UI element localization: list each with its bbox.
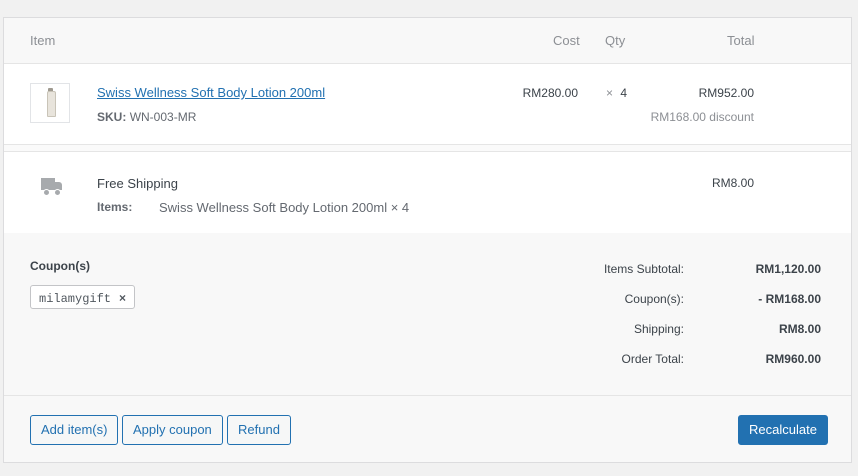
sku-value: WN-003-MR xyxy=(129,110,197,124)
qty-multiply-symbol: × xyxy=(606,86,614,100)
sku-label: SKU: xyxy=(97,110,127,124)
order-total-value: RM960.00 xyxy=(765,352,821,366)
line-item-qty: × 4 xyxy=(606,86,627,100)
order-total-label: Order Total: xyxy=(621,352,684,366)
qty-value: 4 xyxy=(620,86,628,100)
shipping-total-label: Shipping: xyxy=(633,322,684,336)
add-items-button[interactable]: Add item(s) xyxy=(30,415,119,445)
line-item-cost: RM280.00 xyxy=(522,86,578,100)
coupon-total-label: Coupon(s): xyxy=(624,292,684,306)
coupons-and-totals: Coupon(s) milamygift × Items Subtotal: RM… xyxy=(4,233,851,396)
shipping-total: RM8.00 xyxy=(711,176,754,190)
line-item-total: RM952.00 xyxy=(698,86,754,100)
items-table-header: Item Cost Qty Total xyxy=(4,18,851,63)
subtotal-label: Items Subtotal: xyxy=(603,262,684,276)
header-total: Total xyxy=(727,33,755,48)
truck-icon xyxy=(41,178,62,196)
product-sku: SKU: WN-003-MR xyxy=(97,110,196,124)
apply-coupon-button[interactable]: Apply coupon xyxy=(122,415,223,445)
header-item: Item xyxy=(30,33,56,48)
order-actions: Add item(s) Apply coupon Refund Recalcul… xyxy=(4,396,851,462)
remove-coupon-icon[interactable]: × xyxy=(119,291,126,305)
shipping-items-label: Items: xyxy=(97,200,133,214)
shipping-total-value: RM8.00 xyxy=(778,322,821,336)
header-cost: Cost xyxy=(553,33,580,48)
lotion-tube-thumbnail[interactable] xyxy=(30,83,70,123)
shipping-items-value: Swiss Wellness Soft Body Lotion 200ml × … xyxy=(159,200,410,215)
coupon-code: milamygift xyxy=(39,292,112,306)
line-item-row: Swiss Wellness Soft Body Lotion 200ml SK… xyxy=(4,63,851,145)
coupon-total-value: - RM168.00 xyxy=(758,292,821,306)
coupon-chip[interactable]: milamygift × xyxy=(30,285,136,309)
recalculate-button[interactable]: Recalculate xyxy=(738,415,828,445)
order-items-panel: Item Cost Qty Total Swiss Wellness Soft … xyxy=(3,17,852,463)
shipping-method: Free Shipping xyxy=(97,176,178,191)
tube-body-shape xyxy=(47,91,56,117)
shipping-row: Free Shipping Items: Swiss Wellness Soft… xyxy=(4,151,851,235)
header-qty: Qty xyxy=(605,33,626,48)
coupons-label: Coupon(s) xyxy=(30,259,90,273)
subtotal-value: RM1,120.00 xyxy=(755,262,821,276)
line-item-discount: RM168.00 discount xyxy=(650,110,754,124)
product-name-link[interactable]: Swiss Wellness Soft Body Lotion 200ml xyxy=(97,85,325,100)
refund-button[interactable]: Refund xyxy=(227,415,291,445)
